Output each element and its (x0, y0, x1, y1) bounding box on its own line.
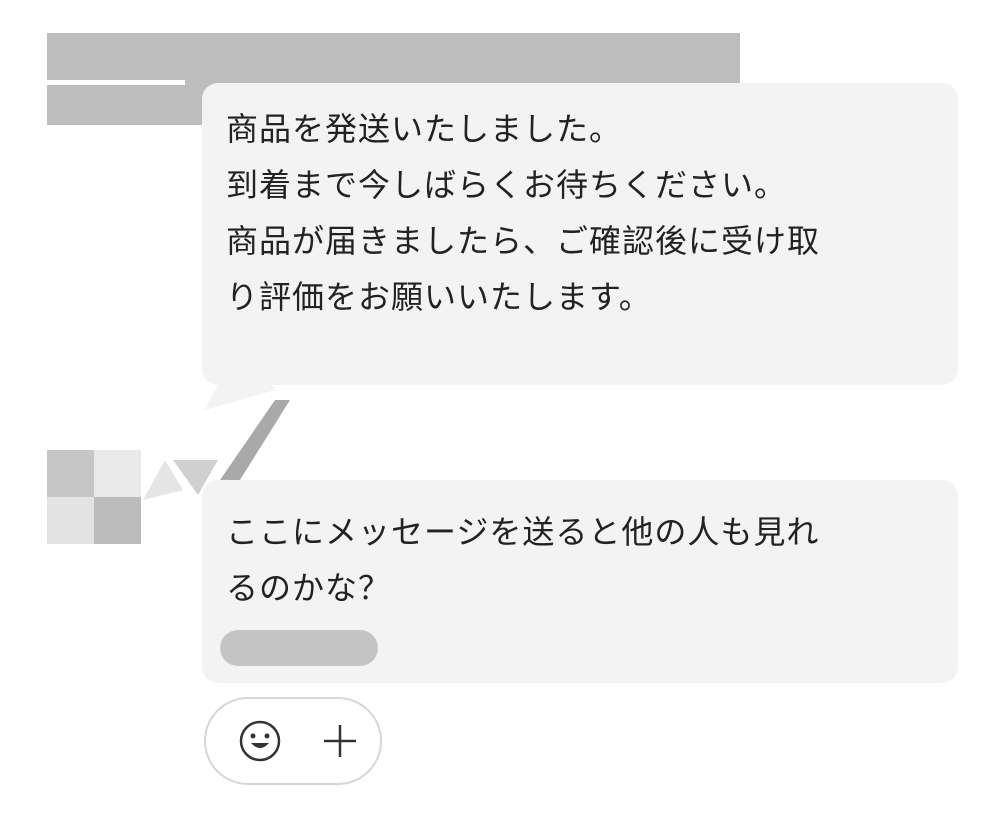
message-line: るのかな？ (226, 569, 392, 607)
redaction-edge (47, 80, 185, 85)
smile-icon (239, 720, 281, 762)
message-line: 到着まで今しばらくお待ちください。 (226, 166, 788, 204)
message-line: 商品が届きましたら、ご確認後に受け取 (226, 222, 821, 260)
chat-screen: 商品を発送いたしました。 到着まで今しばらくお待ちください。 商品が届きましたら… (0, 0, 999, 819)
message-line: り評価をお願いいたします。 (226, 278, 652, 316)
redacted-timestamp (220, 630, 378, 666)
plus-icon (324, 725, 356, 757)
add-reaction-button[interactable] (204, 697, 382, 785)
message-line: ここにメッセージを送ると他の人も見れ (226, 513, 820, 551)
message-bubble-seller: 商品を発送いたしました。 到着まで今しばらくお待ちください。 商品が届きましたら… (202, 83, 958, 385)
message-line: 商品を発送いたしました。 (226, 110, 623, 148)
